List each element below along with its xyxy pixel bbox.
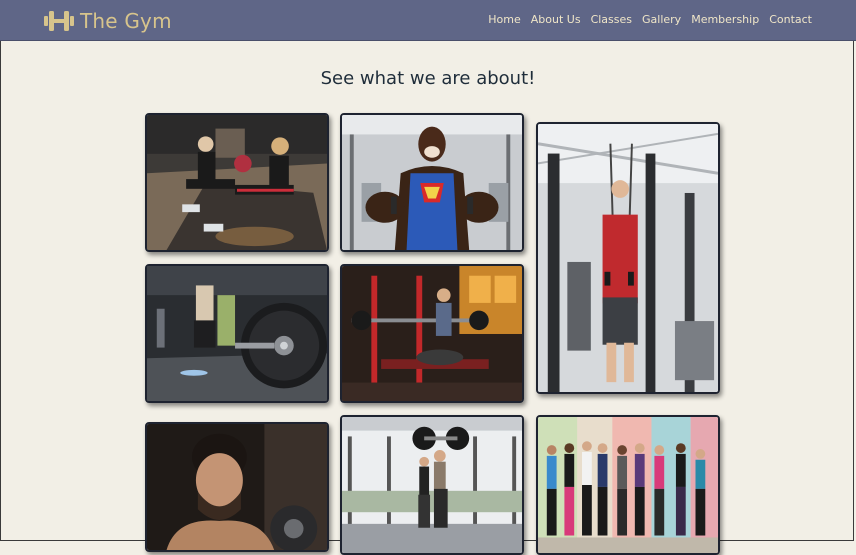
gallery-heading: See what we are about! <box>320 68 536 89</box>
nav-gallery[interactable]: Gallery <box>642 13 681 26</box>
barbell-plate-photo <box>145 264 329 403</box>
nav-home[interactable]: Home <box>488 13 520 26</box>
brand-name: The Gym <box>80 9 172 33</box>
brand-logo[interactable]: The Gym <box>44 8 172 34</box>
nav-about-us[interactable]: About Us <box>531 13 581 26</box>
nav-classes[interactable]: Classes <box>591 13 632 26</box>
superman-athlete-photo <box>340 113 524 252</box>
nav-contact[interactable]: Contact <box>769 13 812 26</box>
cable-machine-photo <box>536 122 720 394</box>
nav-membership[interactable]: Membership <box>691 13 759 26</box>
dumbbell-icon <box>44 11 74 31</box>
couple-lifting-photo <box>340 415 524 555</box>
bench-press-photo <box>340 264 524 403</box>
main-nav: Home About Us Classes Gallery Membership… <box>488 13 812 26</box>
man-with-weights-photo <box>145 422 329 552</box>
group-women-photo <box>536 415 720 555</box>
site-header: The Gym Home About Us Classes Gallery Me… <box>0 0 856 41</box>
partner-workout-photo <box>145 113 329 252</box>
